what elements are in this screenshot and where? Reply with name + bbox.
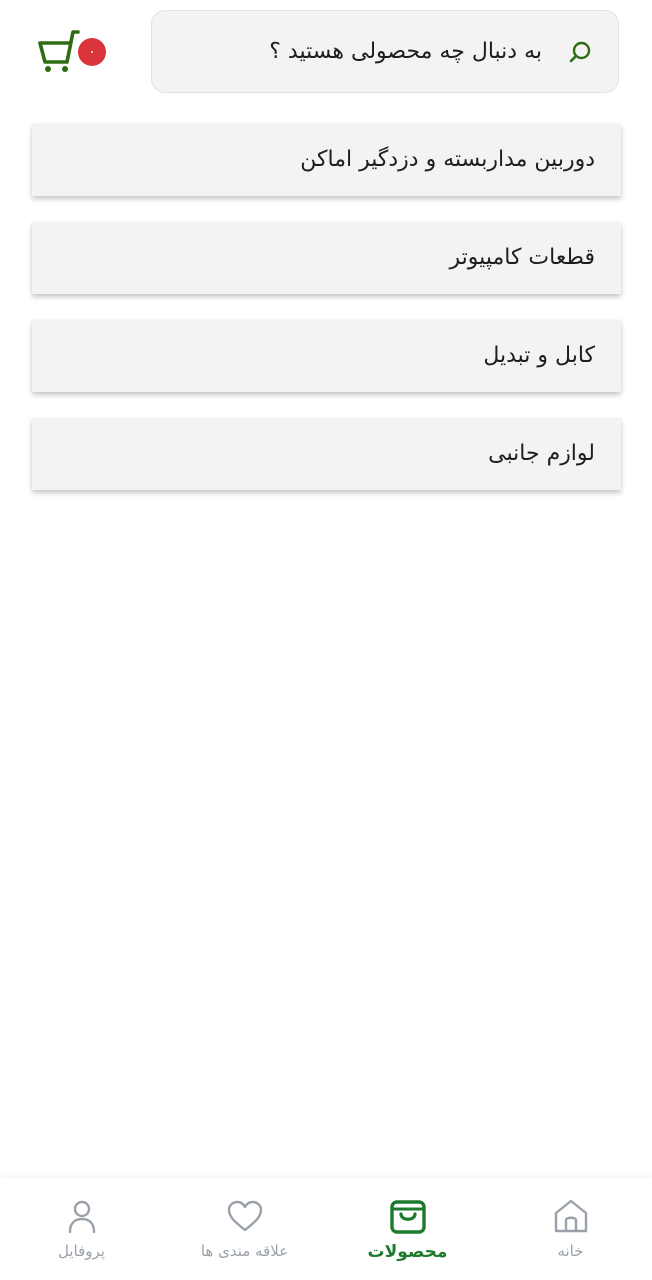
nav-item-profile[interactable]: پروفایل <box>0 1178 163 1280</box>
nav-label: پروفایل <box>58 1242 105 1260</box>
category-item-cctv[interactable]: دوربین مداربسته و دزدگیر اماکن <box>32 124 621 196</box>
category-label: قطعات کامپیوتر <box>449 245 595 270</box>
search-input[interactable]: به دنبال چه محصولی هستید ؟ <box>269 36 542 68</box>
search-icon[interactable] <box>566 39 594 67</box>
category-list: دوربین مداربسته و دزدگیر اماکن قطعات کام… <box>32 124 621 516</box>
category-label: لوازم جانبی <box>488 441 595 466</box>
nav-item-favorites[interactable]: علاقه مندی ها <box>163 1178 326 1280</box>
heart-icon <box>227 1200 262 1232</box>
cart-button[interactable]: ۰ <box>36 30 116 76</box>
category-label: کابل و تبدیل <box>483 343 595 368</box>
category-item-computer-parts[interactable]: قطعات کامپیوتر <box>32 222 621 294</box>
user-icon <box>68 1200 95 1234</box>
nav-label: علاقه مندی ها <box>200 1242 289 1260</box>
nav-label: خانه <box>557 1242 584 1260</box>
category-item-cables[interactable]: کابل و تبدیل <box>32 320 621 392</box>
cart-icon <box>38 30 80 72</box>
category-label: دوربین مداربسته و دزدگیر اماکن <box>300 147 595 172</box>
bottom-navigation: پروفایل علاقه مندی ها محصولات خانه <box>0 1178 652 1280</box>
category-item-accessories[interactable]: لوازم جانبی <box>32 418 621 490</box>
nav-label: محصولات <box>367 1242 448 1262</box>
nav-item-products[interactable]: محصولات <box>326 1178 489 1280</box>
header: به دنبال چه محصولی هستید ؟ ۰ <box>0 0 652 110</box>
search-bar[interactable]: به دنبال چه محصولی هستید ؟ <box>151 10 619 93</box>
shopping-bag-icon <box>389 1200 426 1234</box>
cart-count-badge: ۰ <box>78 38 106 66</box>
nav-item-home[interactable]: خانه <box>489 1178 652 1280</box>
home-icon <box>554 1199 587 1233</box>
